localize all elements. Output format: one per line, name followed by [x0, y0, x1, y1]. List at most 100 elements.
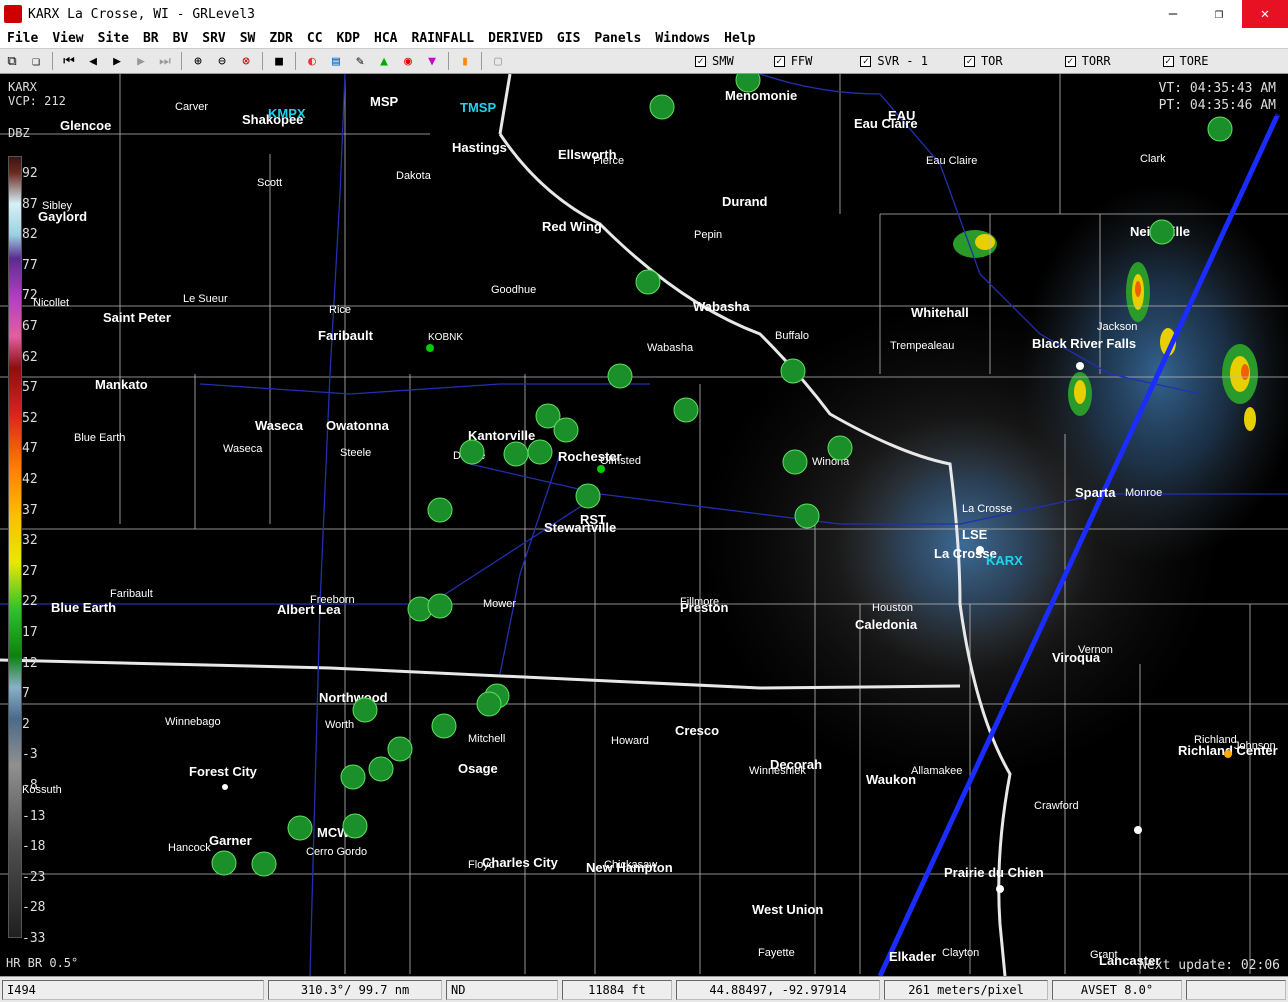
color-scale-tick: 82: [22, 227, 38, 243]
warning-label: TORE: [1179, 54, 1209, 68]
menu-rainfall[interactable]: RAINFALL: [405, 31, 482, 46]
color-table-icon[interactable]: ◐: [301, 51, 323, 71]
palette-icon[interactable]: ▮: [454, 51, 476, 71]
status-avset: AVSET 8.0°: [1052, 979, 1182, 1000]
checkbox-icon[interactable]: ✓: [963, 55, 975, 67]
county-label: Cerro Gordo: [306, 846, 368, 858]
color-scale-tick: 12: [22, 655, 38, 671]
warning-toggle-tore[interactable]: ✓ TORE: [1162, 54, 1209, 68]
color-scale-tick: 57: [22, 380, 38, 396]
down-triangle-marker-icon[interactable]: ▼: [421, 51, 443, 71]
toolbar: ⧉ ❏ ⏮ ◀ ▶ ▶ ⏭ ⊕ ⊖ ⊗ ■ ◐ ▤ ✎ ▲ ◉ ▼ ▮ ▢ ✓ S…: [0, 48, 1288, 74]
toolbar-divider: [181, 52, 182, 70]
county-label: Dakota: [396, 170, 431, 182]
checkbox-icon[interactable]: ✓: [1064, 55, 1076, 67]
warning-label: TORR: [1081, 54, 1111, 68]
county-label: Winneshiek: [749, 765, 806, 777]
status-empty: [1186, 979, 1286, 1000]
blank-icon[interactable]: ▢: [487, 51, 509, 71]
county-label: Goodhue: [491, 284, 537, 296]
menu-windows[interactable]: Windows: [648, 31, 717, 46]
radar-site-label[interactable]: TMSP: [460, 100, 496, 115]
zoom-out-icon[interactable]: ⊖: [211, 51, 233, 71]
color-scale-tick: -28: [22, 900, 46, 916]
warning-toggle-tor[interactable]: ✓ TOR: [963, 54, 1003, 68]
next-frame-icon[interactable]: ▶: [130, 51, 152, 71]
minimize-button[interactable]: —: [1150, 0, 1196, 28]
county-label: Mower: [483, 598, 517, 610]
city-label: Sparta: [1075, 485, 1116, 500]
county-label: Sibley: [42, 200, 72, 212]
menu-panels[interactable]: Panels: [587, 31, 648, 46]
first-frame-icon[interactable]: ⏮: [58, 51, 80, 71]
zoom-reset-icon[interactable]: ⊗: [235, 51, 257, 71]
county-label: Grant: [1090, 949, 1118, 961]
menu-view[interactable]: View: [45, 31, 90, 46]
zoom-in-icon[interactable]: ⊕: [187, 51, 209, 71]
circle-marker-icon[interactable]: ◉: [397, 51, 419, 71]
checkbox-icon[interactable]: ✓: [860, 55, 872, 67]
county-label: Rice: [329, 304, 352, 316]
menu-bar: File View Site BR BV SRV SW ZDR CC KDP H…: [0, 28, 1288, 48]
city-label: MSP: [370, 94, 399, 109]
stop-icon[interactable]: ■: [268, 51, 290, 71]
status-cell: I494: [2, 979, 264, 1000]
warning-toggle-ffw[interactable]: ✓ FFW: [773, 54, 812, 68]
county-label: Crawford: [1034, 800, 1079, 812]
toolbar-divider: [295, 52, 296, 70]
paste-icon[interactable]: ❏: [25, 51, 47, 71]
checkbox-icon[interactable]: ✓: [773, 55, 785, 67]
county-label: Le Sueur: [183, 293, 228, 305]
station-label: KOBNK: [428, 332, 464, 343]
county-label: Nicollet: [33, 297, 70, 309]
menu-srv[interactable]: SRV: [195, 31, 232, 46]
county-label: Pierce: [593, 155, 625, 167]
menu-br[interactable]: BR: [136, 31, 166, 46]
close-button[interactable]: ✕: [1242, 0, 1288, 28]
color-scale-tick: -3: [22, 747, 38, 763]
county-label: Wabasha: [647, 342, 694, 354]
menu-site[interactable]: Site: [91, 31, 136, 46]
menu-cc[interactable]: CC: [300, 31, 330, 46]
checkbox-icon[interactable]: ✓: [1162, 55, 1174, 67]
prev-frame-icon[interactable]: ◀: [82, 51, 104, 71]
warning-toggle-svr[interactable]: ✓ SVR - 1: [860, 54, 928, 68]
menu-sw[interactable]: SW: [233, 31, 263, 46]
county-label: Worth: [325, 719, 355, 731]
color-scale-tick: 67: [22, 319, 38, 334]
grid-icon[interactable]: ▤: [325, 51, 347, 71]
maximize-button[interactable]: ❐: [1196, 0, 1242, 28]
color-scale-tick: 77: [22, 257, 38, 273]
county-label: Freeborn: [310, 594, 355, 606]
play-icon[interactable]: ▶: [106, 51, 128, 71]
menu-bv[interactable]: BV: [166, 31, 196, 46]
menu-gis[interactable]: GIS: [550, 31, 587, 46]
menu-file[interactable]: File: [0, 31, 45, 46]
title-bar: KARX La Crosse, WI - GRLevel3 — ❐ ✕: [0, 0, 1288, 28]
menu-hca[interactable]: HCA: [367, 31, 404, 46]
menu-derived[interactable]: DERIVED: [481, 31, 550, 46]
menu-zdr[interactable]: ZDR: [262, 31, 299, 46]
color-scale-tick: -18: [22, 839, 46, 855]
city-label: Garner: [209, 833, 252, 848]
radar-map[interactable]: Glencoe Shakopee MSP Hastings Ellsworth …: [0, 74, 1288, 976]
county-label: Carver: [175, 101, 209, 113]
city-label: Red Wing: [542, 219, 602, 234]
warning-toggle-torr[interactable]: ✓ TORR: [1064, 54, 1111, 68]
color-scale-tick: 42: [22, 472, 38, 487]
last-frame-icon[interactable]: ⏭: [154, 51, 176, 71]
radar-site-label[interactable]: KMPX: [268, 106, 306, 121]
pin-icon[interactable]: ✎: [349, 51, 371, 71]
county-label: Trempealeau: [890, 340, 955, 352]
county-label: Richland: [1194, 734, 1237, 746]
copy-icon[interactable]: ⧉: [1, 51, 23, 71]
triangle-marker-icon[interactable]: ▲: [373, 51, 395, 71]
warning-toggle-smw[interactable]: ✓ SMW: [695, 54, 734, 68]
menu-help[interactable]: Help: [717, 31, 762, 46]
checkbox-icon[interactable]: ✓: [695, 55, 706, 67]
warning-label: TOR: [980, 54, 1003, 68]
color-scale-tick: -33: [22, 931, 46, 946]
radar-site-label[interactable]: KARX: [986, 553, 1023, 568]
warning-label: SMW: [712, 54, 734, 68]
menu-kdp[interactable]: KDP: [330, 31, 367, 46]
